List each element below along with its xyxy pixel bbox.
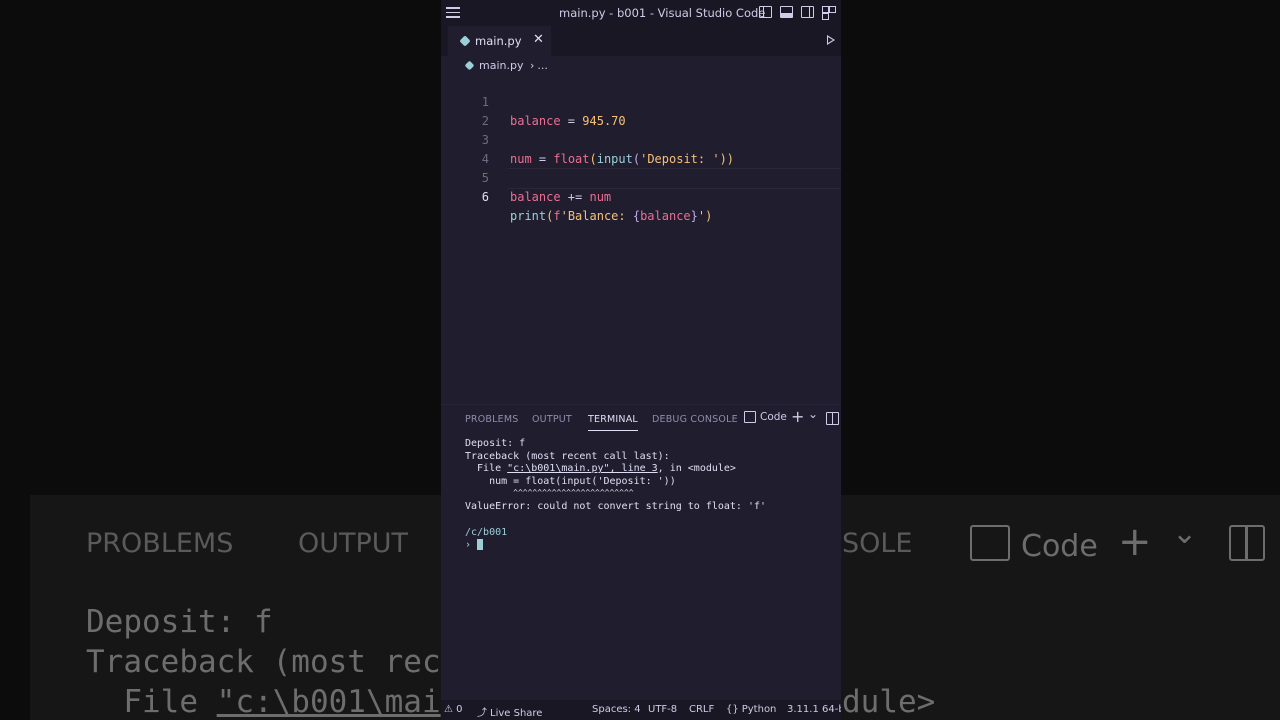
bg-term-file: "c:\b001\mai [216,684,441,720]
terminal-file-link[interactable]: "c:\b001\main.py", line 3 [507,463,658,474]
token: } [690,209,698,223]
bg-tab-debug: SOLE [842,528,913,559]
window-title: main.py - b001 - Visual Studio Code [559,6,766,20]
tab-debug-console[interactable]: DEBUG CONSOLE [652,414,738,425]
hamburger-menu-icon[interactable] [446,7,460,19]
live-share-icon: ⤴ [477,708,487,719]
vscode-window: main.py - b001 - Visual Studio Code main… [441,0,841,720]
token: print [510,209,547,223]
split-terminal-icon[interactable] [826,412,839,428]
editor-tab-main-py[interactable]: main.py ✕ [448,26,551,56]
bg-chevron-icon: ⌄ [1172,516,1198,551]
python-file-icon [459,35,471,47]
terminal-text: File [465,463,508,475]
toggle-secondary-sidebar-icon[interactable] [801,6,814,18]
code-line: 1 balance = 945.70 [441,74,841,128]
terminal-line: Deposit: f [465,438,526,449]
toggle-panel-icon[interactable] [780,6,793,18]
bg-term-right: dule> [842,684,936,720]
code-line: 3 num = float(input('Deposit: ')) [441,112,841,166]
token: balance [640,209,691,223]
problems-status[interactable]: ⚠ 0 [444,704,463,715]
bg-term-line: Deposit: f [86,604,273,640]
bg-terminal-icon [970,525,1010,569]
chevron-down-icon[interactable]: ⌄ [808,407,818,421]
terminal-line: File "c:\b001\main.py", line 3, in <modu… [465,463,766,476]
customize-layout-icon[interactable] [822,6,836,20]
run-python-file-icon[interactable] [827,35,835,45]
bg-split-icon [1229,525,1265,569]
tab-problems[interactable]: PROBLEMS [465,414,518,425]
language-label: Python [741,704,777,715]
bg-add-icon: + [1118,519,1152,565]
indentation-status[interactable]: Spaces: 4 [592,704,641,715]
bg-term-line: Traceback (most rec [86,644,441,680]
token: 'Balance: [560,209,633,223]
layout-controls [759,6,836,20]
code-text: print(f'Balance: {balance}') [510,207,712,226]
breadcrumb: main.py ›... [464,59,548,72]
bg-term-line: File "c:\b001\mai [86,682,441,720]
status-bar: ⚠ 0 ⤴ Live Share Spaces: 4 UTF-8 CRLF {} P… [441,700,841,720]
code-line: 4 [441,131,841,166]
python-file-icon [464,60,475,71]
editor-tab-bar: main.py ✕ [441,26,841,56]
bottom-panel: PROBLEMS OUTPUT TERMINAL DEBUG CONSOLE C… [441,404,841,701]
terminal-line: ^^^^^^^^^^^^^^^^^^^^^^^^^ [465,488,634,498]
encoding-status[interactable]: UTF-8 [648,704,677,715]
bg-term-text: File [86,684,217,720]
token: f [553,209,561,223]
terminal-text: , in <module> [657,463,736,475]
interpreter-status[interactable]: 3.11.1 64-bit [787,704,841,715]
terminal-output[interactable]: Deposit: f Traceback (most recent call la… [465,438,766,552]
line-number: 5 [481,171,489,185]
new-terminal-icon[interactable]: + [791,407,804,426]
token: += [560,190,590,204]
code-line: 2 [441,93,841,128]
background-terminal: Deposit: f Traceback (most rec File "c:\b… [86,602,441,720]
tab-terminal[interactable]: TERMINAL [588,414,638,431]
title-bar: main.py - b001 - Visual Studio Code [441,0,841,26]
code-line: 5 balance += num [441,150,841,204]
token: { [632,209,641,223]
terminal-line: num = float(input('Deposit: ')) [465,475,676,487]
terminal-icon [744,411,756,423]
bg-tab-problems: PROBLEMS [86,528,234,559]
braces-icon: {} [726,704,739,715]
breadcrumb-separator: › [529,59,535,72]
bg-tab-output: OUTPUT [298,528,409,559]
language-status[interactable]: {} Python [726,704,776,715]
toggle-sidebar-icon[interactable] [759,6,772,18]
breadcrumb-rest[interactable]: ... [537,59,548,72]
terminal-shell-selector[interactable]: Code [744,411,787,423]
line-number: 6 [481,190,489,204]
breadcrumb-file[interactable]: main.py [479,59,523,72]
terminal-prompt-line: › [465,539,766,552]
live-share-status[interactable]: ⤴ Live Share [477,704,542,719]
close-tab-icon[interactable]: ✕ [533,32,544,47]
tab-filename: main.py [475,34,522,48]
shell-label: Code [760,411,787,423]
terminal-line: Traceback (most recent call last): [465,450,670,462]
terminal-line: ValueError: could not convert string to … [465,501,767,513]
prompt-arrow-icon: › [465,539,472,551]
token: num [589,190,612,204]
terminal-prompt-path: /c/b001 [465,526,508,538]
tab-output[interactable]: OUTPUT [532,414,572,425]
code-line-current: 6 print(f'Balance: {balance}') [482,168,841,223]
terminal-cursor [477,539,484,551]
bg-shell-label: Code [1021,529,1098,564]
token: ) [705,209,713,223]
eol-status[interactable]: CRLF [689,704,714,715]
live-share-label: Live Share [490,708,543,719]
